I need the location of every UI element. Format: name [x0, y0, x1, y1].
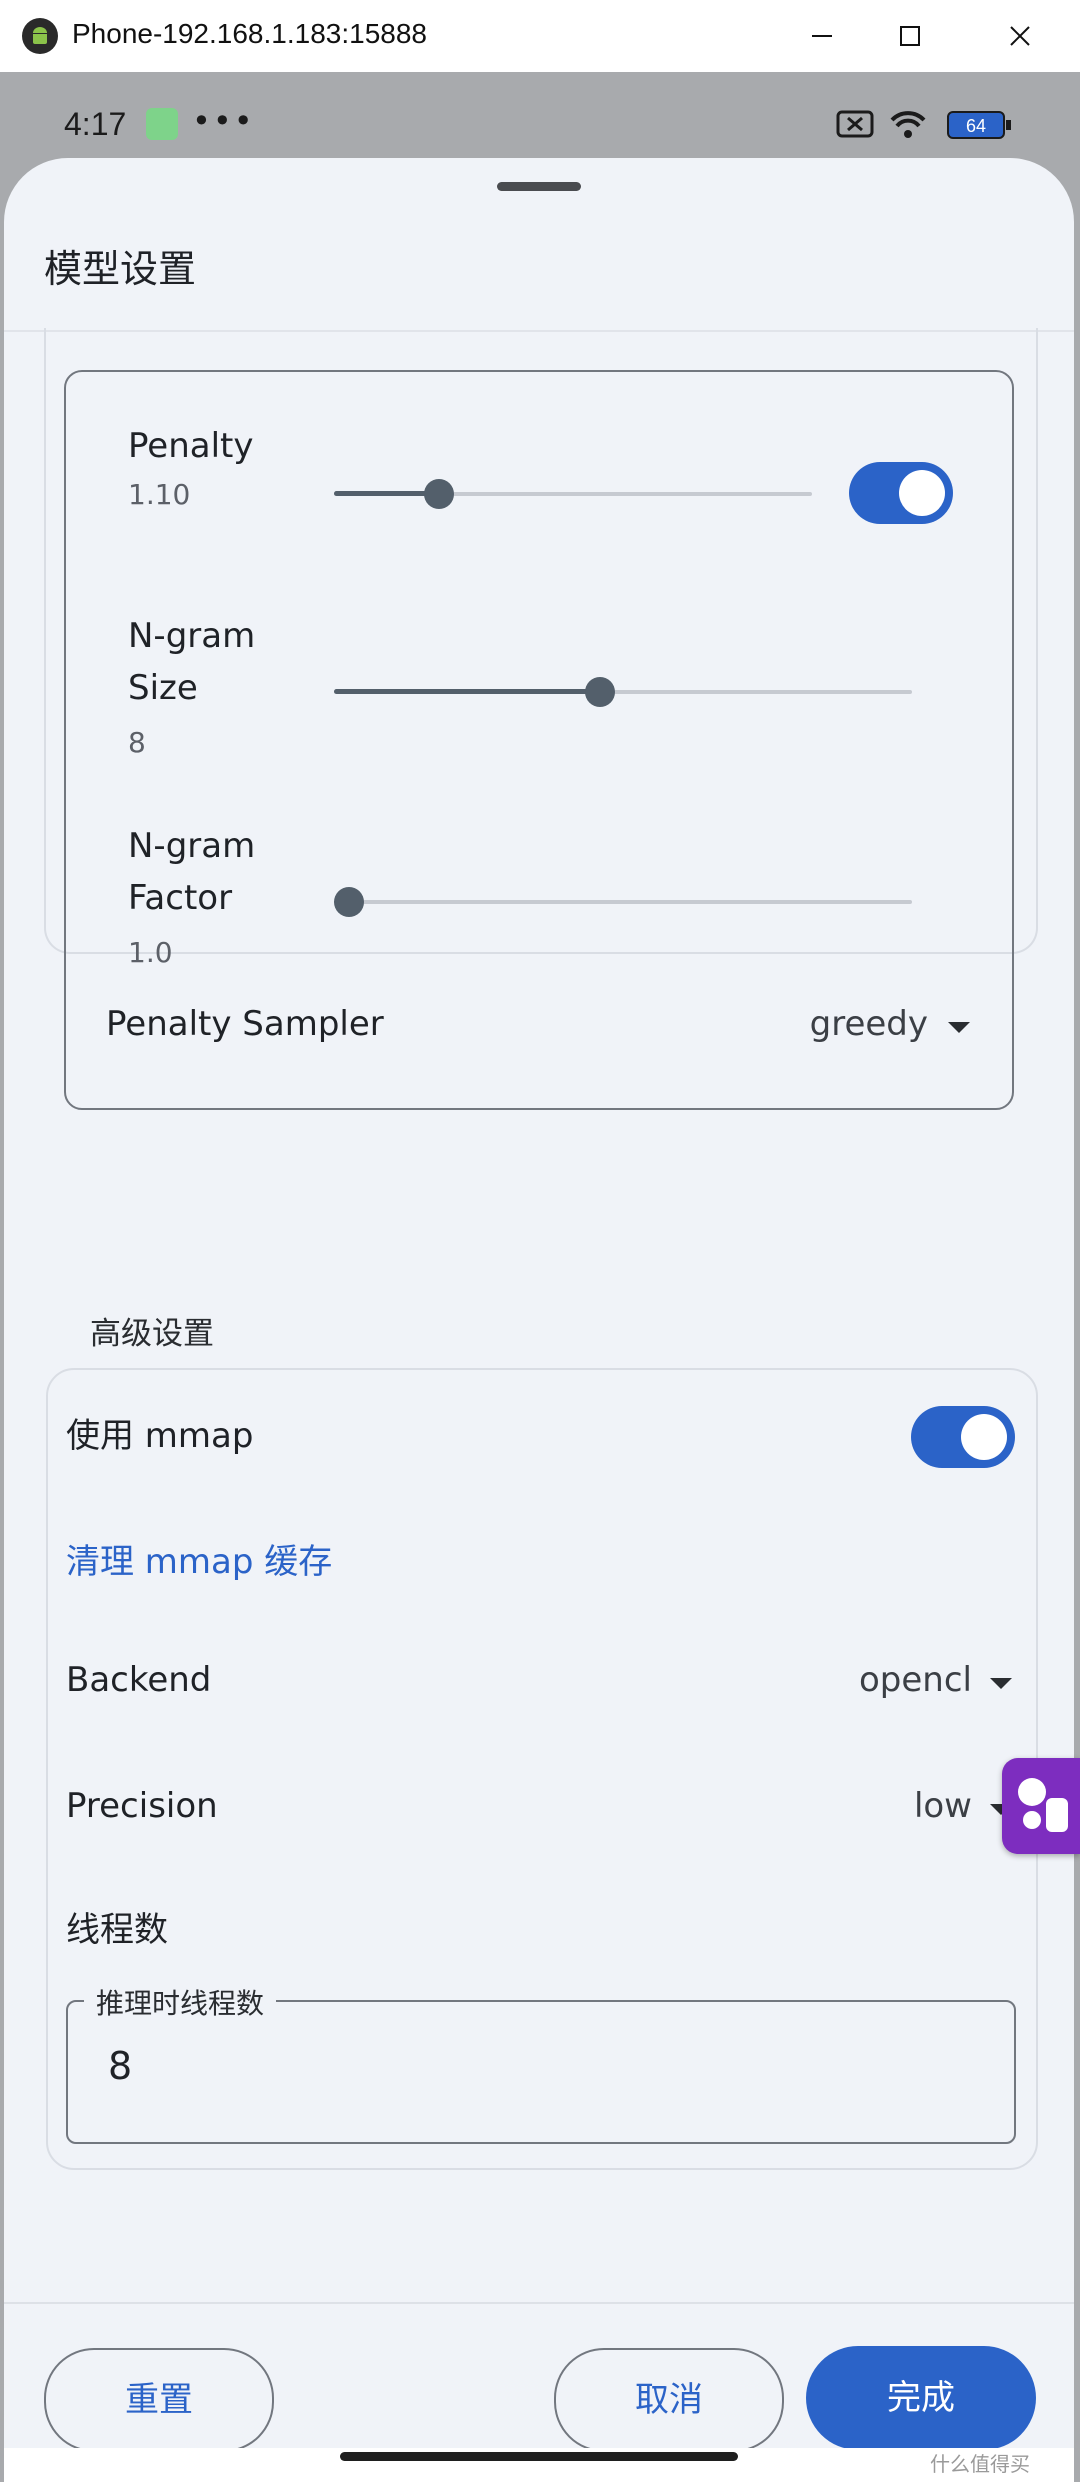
window-title: Phone-192.168.1.183:15888 [72, 18, 427, 49]
close-icon[interactable] [998, 14, 1042, 58]
penalty-sampler-label: Penalty Sampler [106, 1004, 384, 1044]
floating-assistant-icon[interactable] [1002, 1758, 1080, 1854]
minimize-icon[interactable] [800, 14, 844, 58]
use-mmap-label: 使用 mmap [66, 1416, 254, 1456]
threads-field-label: 推理时线程数 [84, 1982, 277, 2022]
threads-label: 线程数 [66, 1910, 168, 1950]
threads-input-value[interactable]: 8 [108, 2044, 132, 2088]
settings-bottom-sheet: 模型设置 Penalty 1.10 N-gram Size 8 N-gram F… [4, 158, 1074, 2482]
battery-icon: 64 [947, 111, 1011, 139]
ngram-factor-slider-track[interactable] [334, 900, 912, 904]
cancel-button[interactable]: 取消 [554, 2348, 784, 2452]
precision-value: low [913, 1786, 972, 1826]
precision-label: Precision [66, 1786, 218, 1826]
wifi-icon [890, 111, 926, 138]
clear-mmap-cache-link[interactable]: 清理 mmap 缓存 [66, 1534, 332, 1583]
backend-value: opencl [859, 1660, 972, 1700]
ngram-size-value: 8 [128, 726, 146, 759]
ngram-size-label-line1: N-gram [128, 616, 256, 656]
no-sim-icon [836, 110, 874, 138]
window-title-bar: Phone-192.168.1.183:15888 [0, 0, 1080, 73]
ngram-factor-label-line2: Factor [128, 878, 233, 918]
dropdown-caret-icon [990, 1678, 1012, 1689]
status-time: 4:17 [64, 106, 127, 142]
use-mmap-toggle[interactable] [911, 1406, 1015, 1468]
drag-handle[interactable] [497, 182, 581, 191]
penalty-slider-thumb[interactable] [424, 479, 455, 509]
penalty-sampler-value: greedy [809, 1004, 928, 1044]
maximize-icon[interactable] [888, 14, 932, 58]
ngram-factor-slider-thumb[interactable] [334, 887, 364, 917]
done-button[interactable]: 完成 [806, 2346, 1036, 2450]
penalty-toggle[interactable] [849, 462, 953, 524]
toggle-knob [961, 1414, 1007, 1460]
penalty-value: 1.10 [128, 478, 191, 511]
watermark-text: 什么值得买 [930, 2452, 1030, 2476]
home-gesture-bar[interactable] [340, 2452, 738, 2461]
reset-button[interactable]: 重置 [44, 2348, 274, 2452]
ngram-size-label-line2: Size [128, 668, 198, 708]
svg-text:64: 64 [966, 116, 986, 136]
ngram-factor-value: 1.0 [128, 936, 173, 969]
sheet-title: 模型设置 [44, 247, 197, 291]
status-icons: 64 [836, 110, 1011, 139]
ngram-size-slider-fill [334, 689, 600, 694]
android-logo-icon [22, 18, 58, 54]
more-notifications-icon: ••• [192, 102, 255, 140]
penalty-label: Penalty [128, 426, 254, 466]
toggle-knob [899, 470, 945, 516]
status-bar: 4:17 ••• 64 [0, 72, 1080, 162]
dropdown-caret-icon [948, 1022, 970, 1033]
footer-divider [4, 2302, 1074, 2304]
ngram-factor-label-line1: N-gram [128, 826, 256, 866]
advanced-section-title: 高级设置 [90, 1316, 214, 1352]
wrench-app-icon [146, 108, 178, 140]
ngram-size-slider-thumb[interactable] [584, 677, 615, 707]
backend-label: Backend [66, 1660, 212, 1700]
phone-screen: 4:17 ••• 64 模型设置 Penalty 1.10 N-gram Siz… [0, 72, 1080, 2482]
